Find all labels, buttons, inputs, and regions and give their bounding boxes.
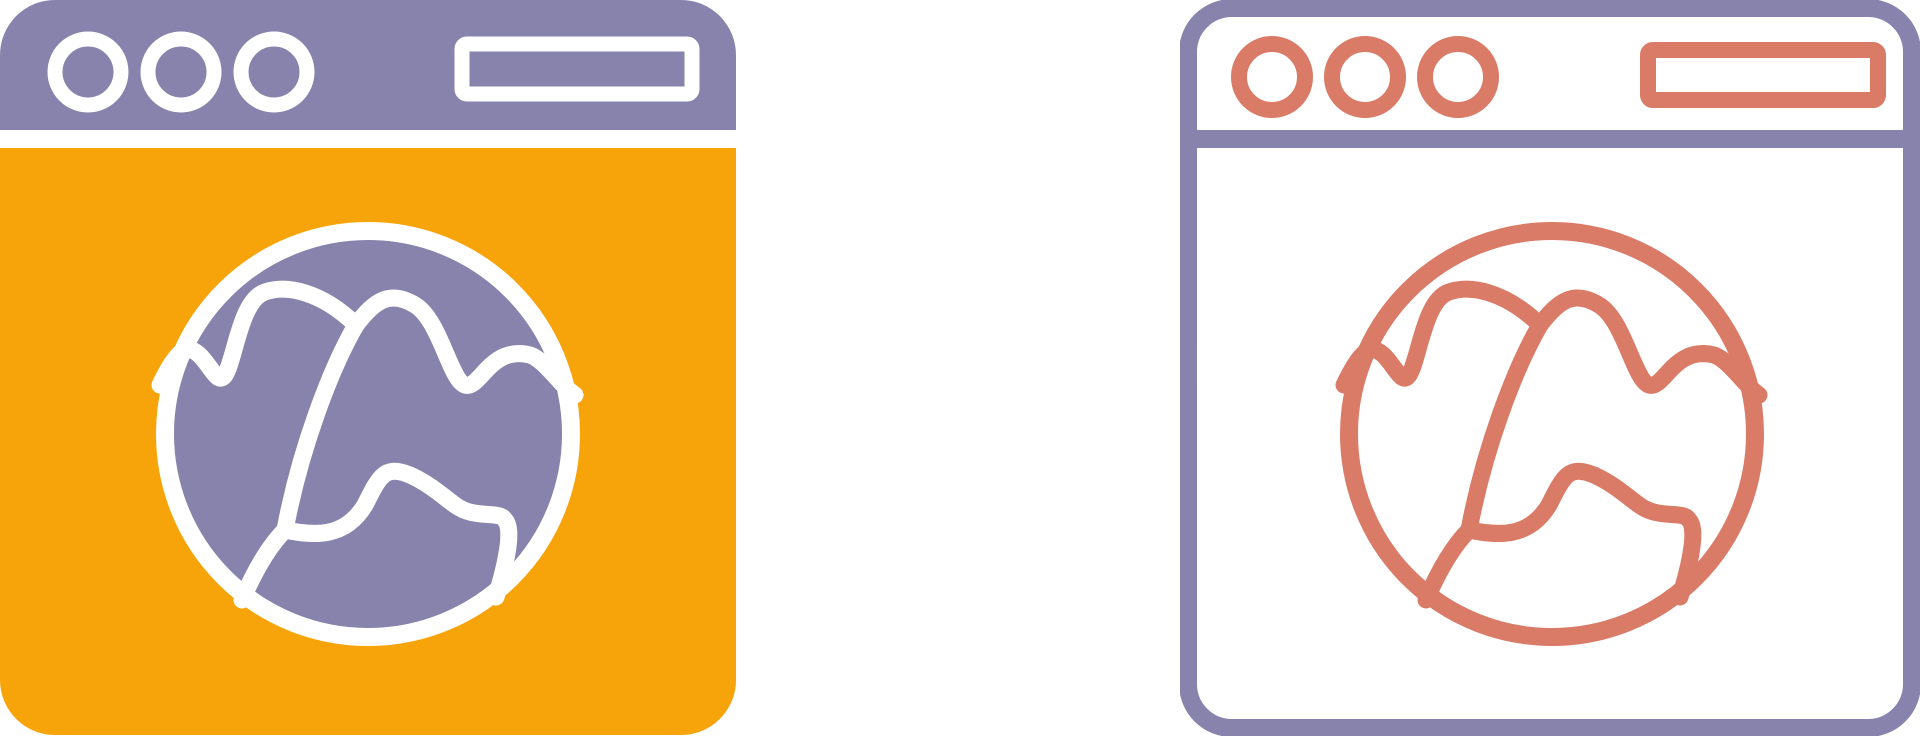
- browser-globe-icon-filled: [0, 0, 740, 736]
- window-dot-icon: [1417, 36, 1499, 118]
- continent-lines: [1335, 280, 1768, 609]
- browser-globe-filled-svg: [0, 0, 736, 735]
- window-dot-icon: [1324, 36, 1406, 118]
- window-dot-icon: [1231, 36, 1313, 118]
- browser-globe-icon-outline: [1180, 0, 1920, 736]
- icon-set: [0, 0, 1920, 736]
- window-header-bar: [0, 0, 736, 130]
- browser-globe-outline-svg: [1180, 0, 1920, 736]
- window-frame: [1180, 0, 1920, 736]
- address-bar-icon: [1640, 42, 1886, 108]
